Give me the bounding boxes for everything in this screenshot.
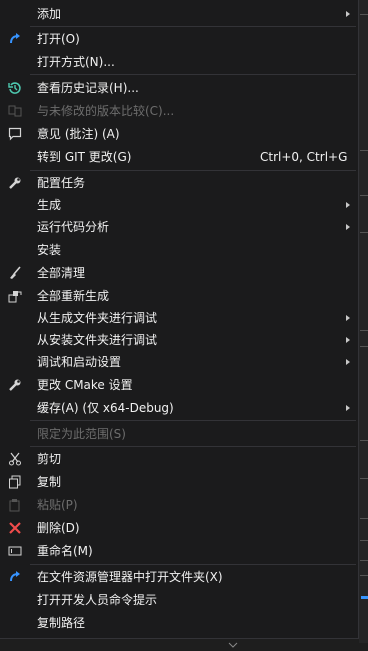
submenu-arrow-icon <box>346 337 350 343</box>
menu-item-rebuild-all[interactable]: 全部重新生成 <box>0 285 358 307</box>
menu-separator <box>30 564 356 565</box>
menu-item-compare-unmodified[interactable]: 与未修改的版本比较(C)... <box>0 100 358 122</box>
compare-icon <box>7 103 23 119</box>
redo-arrow-icon <box>7 569 23 585</box>
submenu-arrow-icon <box>346 224 350 230</box>
redo-arrow-icon <box>7 31 23 47</box>
menu-item-open[interactable]: 打开(O) <box>0 28 358 50</box>
chevron-down-icon[interactable] <box>228 637 238 648</box>
menu-item-open-in-explorer[interactable]: 在文件资源管理器中打开文件夹(X) <box>0 566 358 588</box>
background-window-edge <box>359 0 368 643</box>
menu-shortcut: Ctrl+0, Ctrl+G <box>260 150 348 164</box>
submenu-arrow-icon <box>346 359 350 365</box>
menu-item-change-cmake-settings[interactable]: 更改 CMake 设置 <box>0 374 358 396</box>
menu-item-debug-from-install-folder[interactable]: 从安装文件夹进行调试 <box>0 329 358 351</box>
delete-x-icon <box>7 520 23 536</box>
menu-item-cache[interactable]: 缓存(A) (仅 x64-Debug) <box>0 397 358 419</box>
menu-separator <box>30 446 356 447</box>
copy-icon <box>7 474 23 490</box>
menu-item-install[interactable]: 安装 <box>0 239 358 261</box>
history-icon <box>7 80 23 96</box>
comment-icon <box>7 126 23 142</box>
submenu-arrow-icon <box>346 202 350 208</box>
menu-item-add[interactable]: 添加 <box>0 3 358 25</box>
context-menu: 添加 打开(O) 打开方式(N)... 查看历史记录(H)... 与未修改的版本… <box>0 0 359 648</box>
menu-item-copy[interactable]: 复制 <box>0 471 358 493</box>
menu-item-open-dev-prompt[interactable]: 打开开发人员命令提示 <box>0 589 358 611</box>
menu-separator <box>30 420 356 421</box>
menu-item-cut[interactable]: 剪切 <box>0 448 358 470</box>
rebuild-icon <box>7 288 23 304</box>
menu-item-run-code-analysis[interactable]: 运行代码分析 <box>0 216 358 238</box>
submenu-arrow-icon <box>346 315 350 321</box>
menu-item-clean-all[interactable]: 全部清理 <box>0 262 358 284</box>
menu-separator <box>30 26 356 27</box>
menu-item-open-with[interactable]: 打开方式(N)... <box>0 51 358 73</box>
menu-item-paste[interactable]: 粘贴(P) <box>0 494 358 516</box>
broom-icon <box>7 265 23 281</box>
submenu-arrow-icon <box>346 405 350 411</box>
menu-item-build[interactable]: 生成 <box>0 194 358 216</box>
rename-icon <box>7 543 23 559</box>
menu-item-delete[interactable]: 删除(D) <box>0 517 358 539</box>
menu-item-copy-path[interactable]: 复制路径 <box>0 612 358 634</box>
menu-item-configure-tasks[interactable]: 配置任务 <box>0 172 358 194</box>
wrench-icon <box>7 377 23 393</box>
menu-item-debug-from-build-folder[interactable]: 从生成文件夹进行调试 <box>0 307 358 329</box>
menu-item-view-history[interactable]: 查看历史记录(H)... <box>0 77 358 99</box>
menu-item-comments[interactable]: 意见 (批注) (A) <box>0 123 358 145</box>
menu-item-scope-to-this[interactable]: 限定为此范围(S) <box>0 423 358 445</box>
menu-separator <box>30 74 356 75</box>
menu-item-rename[interactable]: 重命名(M) <box>0 540 358 562</box>
menu-separator <box>30 170 356 171</box>
wrench-icon <box>7 175 23 191</box>
menu-item-debug-launch-settings[interactable]: 调试和启动设置 <box>0 351 358 373</box>
menu-item-goto-git-changes[interactable]: 转到 GIT 更改(G) Ctrl+0, Ctrl+G <box>0 146 358 168</box>
submenu-arrow-icon <box>346 11 350 17</box>
paste-icon <box>7 497 23 513</box>
scissors-icon <box>7 451 23 467</box>
